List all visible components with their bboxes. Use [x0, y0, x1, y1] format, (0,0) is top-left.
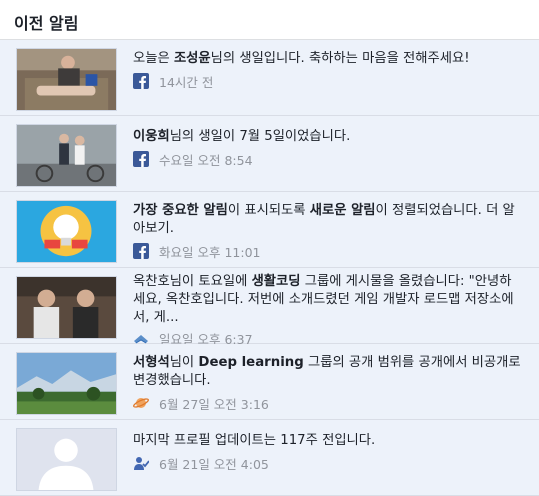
notification-text: 오늘은 조성윤님의 생일입니다. 축하하는 마음을 전해주세요!	[133, 51, 470, 66]
notification-text: 마지막 프로필 업데이트는 117주 전입니다.	[133, 433, 376, 448]
notification-text: 서형석님이 Deep learning 그룹의 공개 범위를 공개에서 비공개로…	[133, 355, 521, 388]
facebook-icon	[133, 151, 149, 167]
notification-thumbnail	[16, 200, 117, 263]
notification-item[interactable]: 오늘은 조성윤님의 생일입니다. 축하하는 마음을 전해주세요! 14시간 전	[0, 40, 539, 116]
notification-item[interactable]: 가장 중요한 알림이 표시되도록 새로운 알림이 정렬되었습니다. 더 알아보기…	[0, 192, 539, 268]
section-title: 이전 알림	[0, 0, 539, 40]
notification-thumbnail	[16, 48, 117, 111]
notification-thumbnail	[16, 352, 117, 415]
notification-item[interactable]: 서형석님이 Deep learning 그룹의 공개 범위를 공개에서 비공개로…	[0, 344, 539, 420]
notification-time: 6월 27일 오전 3:16	[159, 396, 269, 412]
notification-thumbnail	[16, 428, 117, 491]
notification-item[interactable]: 마지막 프로필 업데이트는 117주 전입니다. 6월 21일 오전 4:05	[0, 420, 539, 496]
notification-thumbnail	[16, 124, 117, 187]
notification-list: 오늘은 조성윤님의 생일입니다. 축하하는 마음을 전해주세요! 14시간 전	[0, 40, 539, 496]
notification-thumbnail	[16, 276, 117, 339]
notification-time: 14시간 전	[159, 74, 214, 90]
notification-text: 가장 중요한 알림이 표시되도록 새로운 알림이 정렬되었습니다. 더 알아보기…	[133, 203, 515, 236]
notification-time: 6월 21일 오전 4:05	[159, 456, 269, 472]
notification-time: 수요일 오전 8:54	[159, 152, 253, 168]
notification-item[interactable]: 옥찬호님이 토요일에 생활코딩 그룹에 게시물을 올렸습니다: "안녕하세요, …	[0, 268, 539, 347]
notification-time: 화요일 오후 11:01	[159, 244, 261, 260]
notification-item[interactable]: 이웅희님의 생일이 7월 5일이었습니다. 수요일 오전 8:54	[0, 116, 539, 192]
notification-text: 이웅희님의 생일이 7월 5일이었습니다.	[133, 129, 351, 144]
facebook-icon	[133, 243, 149, 259]
notification-text: 옥찬호님이 토요일에 생활코딩 그룹에 게시물을 올렸습니다: "안녕하세요, …	[133, 274, 514, 325]
planet-icon	[133, 395, 149, 411]
facebook-icon	[133, 73, 149, 89]
profile-update-icon	[133, 455, 150, 471]
